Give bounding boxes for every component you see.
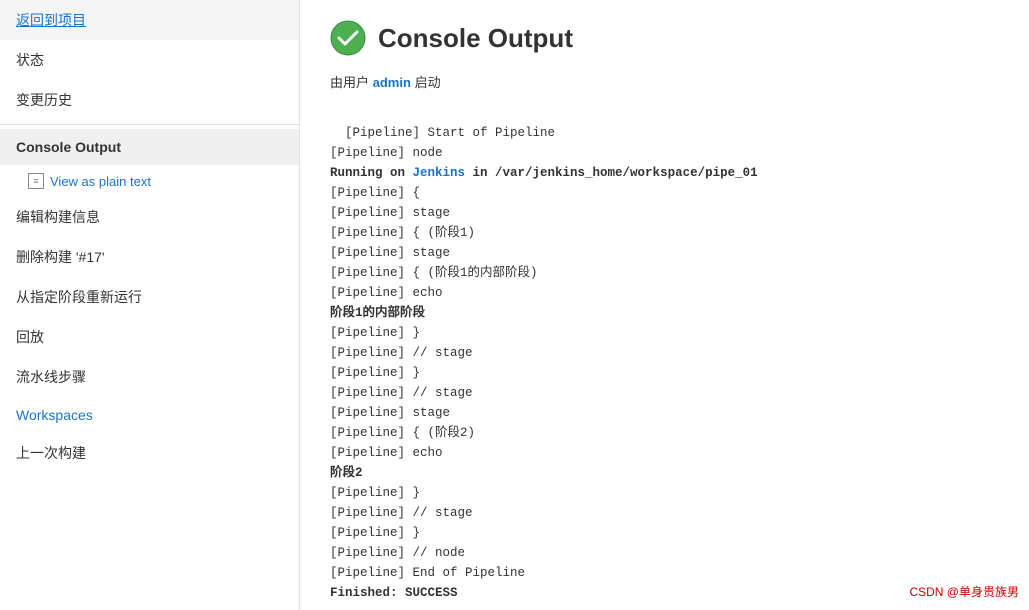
build-subtitle: 由用户 admin 启动 [330,72,999,91]
sidebar-item-edit-build-info[interactable]: 编辑构建信息 [0,197,299,237]
console-line: [Pipeline] echo [330,286,443,300]
page-title: Console Output [378,23,573,54]
sidebar-item-label: 返回到项目 [16,12,86,28]
console-line: [Pipeline] // stage [330,506,473,520]
console-line: 阶段2 [330,466,363,480]
sidebar-item-label: View as plain text [50,174,151,189]
console-line: [Pipeline] // stage [330,386,473,400]
sidebar-item-console-output[interactable]: Console Output [0,129,299,165]
success-check-icon [330,20,366,56]
console-line: [Pipeline] { [330,186,420,200]
sidebar-item-label: 流水线步骤 [16,369,86,385]
sidebar-item-replay[interactable]: 回放 [0,317,299,357]
admin-user-link[interactable]: admin [373,75,411,90]
console-line: [Pipeline] stage [330,206,450,220]
sidebar-item-status[interactable]: 状态 [0,40,299,80]
subtitle-prefix: 由用户 [330,75,369,90]
main-content: Console Output 由用户 admin 启动 [Pipeline] S… [300,0,1029,610]
subtitle-suffix: 启动 [415,75,441,90]
sidebar-item-previous-build[interactable]: 上一次构建 [0,433,299,473]
console-line: [Pipeline] // stage [330,346,473,360]
sidebar-item-label: 状态 [16,52,44,68]
sidebar-item-label: Console Output [16,139,121,155]
sidebar-item-label: 编辑构建信息 [16,209,100,225]
console-line: [Pipeline] { (阶段1) [330,226,475,240]
sidebar-item-label: 删除构建 '#17' [16,249,105,265]
console-line: Finished: SUCCESS [330,586,458,600]
console-line: [Pipeline] } [330,366,420,380]
console-line: [Pipeline] { (阶段1的内部阶段) [330,266,538,280]
console-line: [Pipeline] End of Pipeline [330,566,525,580]
console-output-area: [Pipeline] Start of Pipeline [Pipeline] … [330,103,999,603]
console-line: [Pipeline] node [330,146,443,160]
sidebar-divider [0,124,299,125]
sidebar-item-restart-from-stage[interactable]: 从指定阶段重新运行 [0,277,299,317]
console-line: [Pipeline] stage [330,406,450,420]
console-line: [Pipeline] Start of Pipeline [345,126,555,140]
sidebar-item-change-history[interactable]: 变更历史 [0,80,299,120]
console-line: [Pipeline] { (阶段2) [330,426,475,440]
sidebar-item-pipeline-steps[interactable]: 流水线步骤 [0,357,299,397]
page-header: Console Output [330,20,999,56]
console-line: [Pipeline] } [330,326,420,340]
console-line: [Pipeline] } [330,486,420,500]
sidebar-item-label: 回放 [16,329,44,345]
document-icon: ≡ [28,173,44,189]
sidebar-item-workspaces[interactable]: Workspaces [0,397,299,433]
sidebar-item-label: Workspaces [16,407,93,423]
sidebar-item-back-to-project[interactable]: 返回到项目 [0,0,299,40]
sidebar-item-label: 变更历史 [16,92,72,108]
sidebar-item-view-plain-text[interactable]: ≡ View as plain text [0,165,299,197]
sidebar-item-label: 上一次构建 [16,445,86,461]
watermark: CSDN @单身贵族男 [909,583,1019,600]
console-line: Running on Jenkins in /var/jenkins_home/… [330,166,758,180]
sidebar-item-label: 从指定阶段重新运行 [16,289,142,305]
console-line: 阶段1的内部阶段 [330,306,425,320]
console-line: [Pipeline] } [330,526,420,540]
sidebar: 返回到项目状态变更历史 Console Output ≡ View as plain … [0,0,300,610]
console-line: [Pipeline] stage [330,246,450,260]
sidebar-item-delete-build[interactable]: 删除构建 '#17' [0,237,299,277]
console-line: [Pipeline] // node [330,546,465,560]
console-line: [Pipeline] echo [330,446,443,460]
